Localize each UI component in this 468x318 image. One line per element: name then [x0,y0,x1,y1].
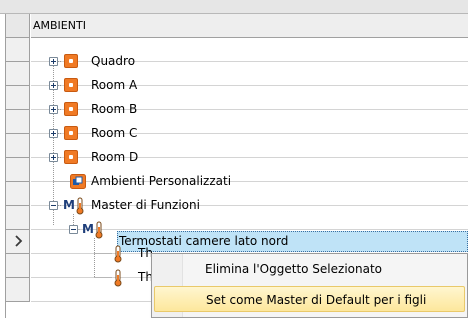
thermometer-icon [114,245,122,263]
menu-item-label: Set come Master di Default per i figli [206,293,427,307]
row-selector[interactable] [6,206,30,230]
menu-item-label: Elimina l'Oggetto Selezionato [205,262,383,276]
function-master-icon: M [63,197,84,215]
grid-top-strip [0,0,468,14]
room-icon [64,150,78,164]
expand-icon[interactable] [49,153,58,162]
collapse-icon[interactable] [69,225,78,234]
header-selector-cell [6,14,30,38]
row-selector[interactable] [6,278,30,302]
room-icon [64,102,78,116]
menu-item-delete-object[interactable]: Elimina l'Oggetto Selezionato [154,256,465,282]
tree-node-label: Room A [91,78,138,92]
room-icon [64,54,78,68]
context-menu: Elimina l'Oggetto Selezionato Set come M… [151,253,468,318]
row-selector[interactable] [6,254,30,278]
row-selector[interactable] [6,134,30,158]
tree-node-label: Room D [91,150,139,164]
tree-node-label: Master di Funzioni [91,198,200,212]
svg-text:M: M [82,222,94,236]
column-header-ambienti[interactable]: AMBIENTI [31,14,468,38]
expand-icon[interactable] [49,57,58,66]
row-selector[interactable] [6,158,30,182]
menu-item-set-default-master[interactable]: Set come Master di Default per i figli [154,286,465,312]
thermometer-icon [114,269,122,287]
row-selector[interactable] [6,86,30,110]
row-selector[interactable] [6,182,30,206]
collapse-icon[interactable] [49,201,58,210]
grid-header-row: AMBIENTI [0,14,468,38]
row-selector[interactable] [6,62,30,86]
room-icon [64,126,78,140]
svg-text:M: M [63,198,75,212]
expand-icon[interactable] [49,129,58,138]
function-master-icon: M [82,221,103,239]
arrow-right-icon [15,235,23,247]
expand-icon[interactable] [49,105,58,114]
tree-node-label: Room B [91,102,138,116]
custom-rooms-icon [70,174,86,189]
expand-icon[interactable] [49,81,58,90]
row-selector[interactable] [6,38,30,62]
tree-node-label: Ambienti Personalizzati [91,174,232,188]
column-header-label: AMBIENTI [33,19,86,32]
row-selector-current[interactable] [6,230,30,254]
room-icon [64,78,78,92]
row-selector[interactable] [6,110,30,134]
tree-node-label: Quadro [91,54,136,68]
tree-node-label: Room C [91,126,138,140]
